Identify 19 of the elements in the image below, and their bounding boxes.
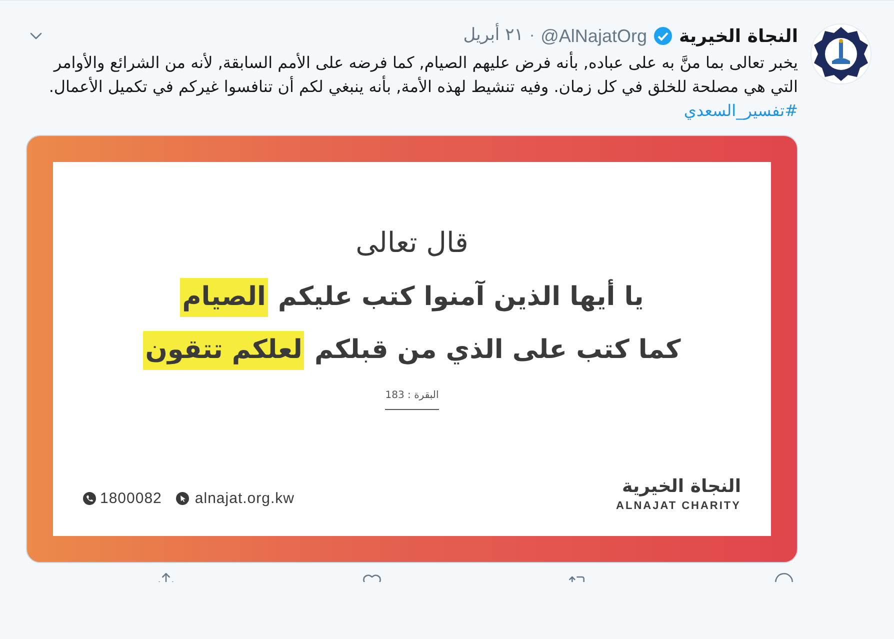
highlighted-text: لعلكم تتقون — [143, 331, 304, 370]
phone-number: 1800082 — [100, 488, 162, 508]
logo-arabic: النجاة الخيرية — [622, 476, 741, 498]
cursor-icon — [176, 492, 189, 506]
highlighted-text: الصيام — [180, 278, 268, 317]
phone-icon — [83, 492, 96, 506]
verse-text: كما كتب على الذي من قبلكم — [314, 334, 681, 367]
tweet-date[interactable]: ٢١ أبريل — [463, 23, 524, 49]
verse-text: يا أيها الذين آمنوا كتب عليكم — [278, 278, 644, 317]
account-name[interactable]: النجاة الخيرية — [678, 22, 798, 50]
avatar-logo-icon[interactable] — [810, 23, 872, 85]
website-url: alnajat.org.kw — [194, 488, 294, 508]
hashtag-link[interactable]: #تفسير_السعدي — [684, 99, 798, 123]
logo-english: ALNAJAT CHARITY — [616, 498, 741, 514]
tweet-text: يخبر تعالى بما منَّ به على عباده, بأنه فرض عليهم الصيام, كما فرضه على الأمم السابقة, لأنه من الشرائع والأوامر التي هي مصلحة للخلق في كل زمان. وفيه تنشيط لهذه الأمة, بأنه ينبغي لكم أن تنافسوا غيركم في تكميل الأعمال. — [48, 51, 798, 98]
verse-reference: البقرة : 183 — [385, 388, 439, 410]
separator-dot: · — [529, 26, 535, 46]
account-handle[interactable]: @AlNajatOrg — [540, 22, 647, 50]
card-heading: قال تعالى — [356, 225, 468, 261]
